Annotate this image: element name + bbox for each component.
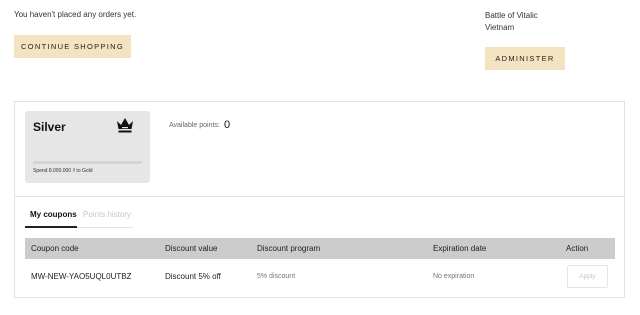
administer-button[interactable]: ADMINISTER [485, 47, 565, 70]
column-header-expiration-date: Expiration date [433, 244, 487, 253]
address-line-name: Battle of Vitalic [485, 11, 538, 20]
coupon-table-header: Coupon code Discount value Discount prog… [25, 238, 615, 259]
available-points-label: Available points: [169, 122, 220, 129]
discount-program: 5% discount [257, 273, 296, 280]
active-tab-indicator [25, 226, 77, 228]
spend-to-next-tier: Spend 8.000.000 ₫ to Gold [33, 168, 93, 174]
column-header-coupon-code: Coupon code [31, 244, 79, 253]
available-points-value: 0 [224, 119, 231, 131]
address-line-country: Vietnam [485, 23, 515, 32]
column-header-discount-value: Discount value [165, 244, 218, 253]
tier-progress-bar [33, 161, 142, 164]
expiration-date: No expiration [433, 273, 475, 280]
no-orders-message: You haven't placed any orders yet. [14, 10, 137, 19]
tier-name: Silver [33, 120, 66, 134]
continue-shopping-button[interactable]: CONTINUE SHOPPING [14, 35, 131, 58]
membership-tier-card: Silver Spend 8.000.000 ₫ to Gold [25, 111, 150, 183]
apply-coupon-button[interactable]: Apply [567, 265, 608, 288]
coupon-code: MW-NEW-YAO5UQL0UTBZ [31, 272, 132, 281]
crown-icon [117, 118, 133, 133]
loyalty-panel: Silver Spend 8.000.000 ₫ to Gold Availab… [14, 101, 625, 298]
tab-points-history[interactable]: Points history [83, 210, 131, 219]
address-block: Battle of Vitalic Vietnam [485, 10, 538, 34]
discount-value: Discount 5% off [165, 272, 221, 281]
tab-my-coupons[interactable]: My coupons [30, 210, 77, 219]
section-divider [15, 196, 624, 197]
column-header-action: Action [566, 244, 589, 253]
column-header-discount-program: Discount program [257, 244, 321, 253]
